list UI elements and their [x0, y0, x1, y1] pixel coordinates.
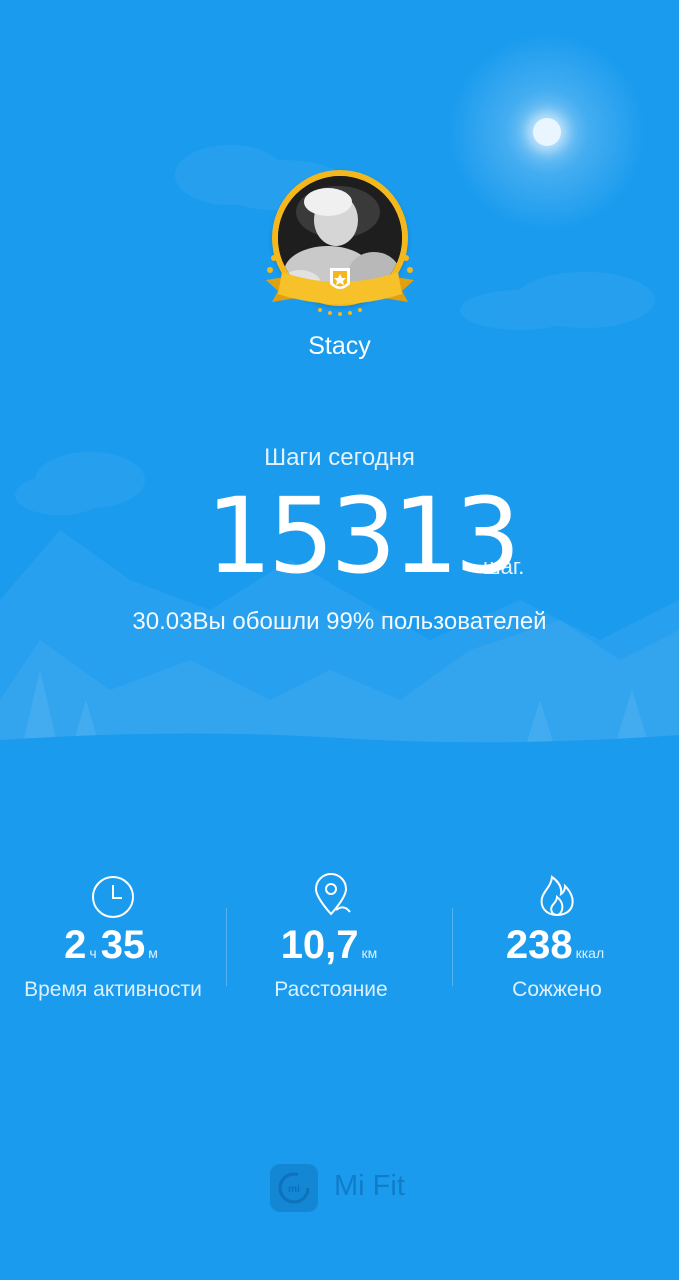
- mi-fit-logo-icon: mi: [270, 1164, 318, 1212]
- clock-icon: [92, 876, 134, 918]
- activity-minutes-unit: м: [148, 945, 158, 961]
- stat-distance[interactable]: 10,7 км Расстояние: [218, 860, 444, 1020]
- steps-comparison: 30.03Вы обошли 99% пользователей: [132, 608, 547, 635]
- distance-unit: км: [361, 945, 378, 961]
- logo-text: mi: [288, 1184, 300, 1195]
- avatar-badge[interactable]: [262, 168, 418, 328]
- distance-label: Расстояние: [274, 978, 388, 1001]
- calories-value: 238: [505, 923, 573, 967]
- user-name[interactable]: Stacy: [0, 332, 679, 361]
- steps-unit: шаг.: [483, 554, 525, 579]
- location-pin-icon: [314, 873, 351, 916]
- steps-label: Шаги сегодня: [264, 444, 415, 471]
- stat-calories[interactable]: 238 ккал Сожжено: [444, 860, 670, 1020]
- activity-label: Время активности: [24, 978, 202, 1001]
- app-branding: mi Mi Fit: [270, 1162, 430, 1214]
- badge-ribbon: [266, 255, 414, 316]
- steps-value: 15313: [206, 475, 521, 597]
- stats-row: 2 ч 35 м Время активности 10,7 км Расстояние…: [0, 860, 679, 1020]
- flame-icon: [540, 875, 574, 917]
- distance-value: 10,7: [280, 923, 359, 967]
- activity-hours: 2: [64, 923, 87, 967]
- activity-hours-unit: ч: [89, 945, 97, 961]
- calories-label: Сожжено: [512, 978, 602, 1001]
- calories-unit: ккал: [575, 945, 605, 961]
- brand-name: Mi Fit: [334, 1170, 405, 1202]
- activity-minutes: 35: [100, 923, 146, 967]
- stat-activity[interactable]: 2 ч 35 м Время активности: [0, 860, 226, 1020]
- sun-icon: [533, 118, 561, 146]
